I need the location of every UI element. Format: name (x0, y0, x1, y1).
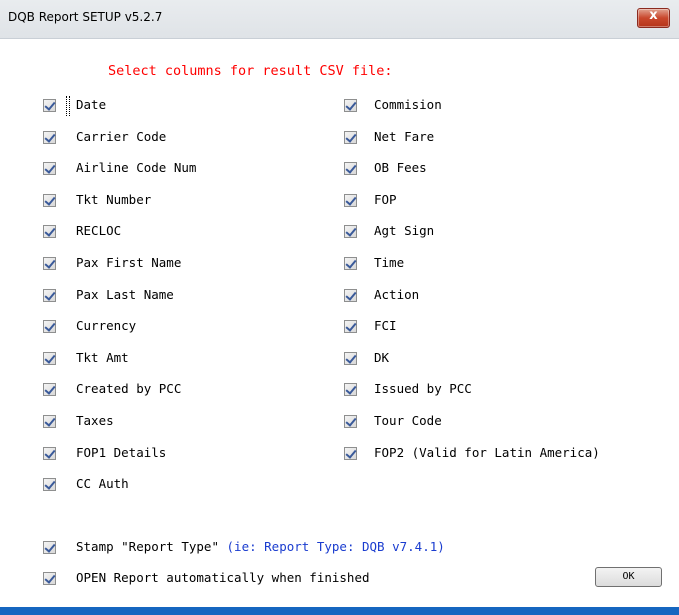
column-checkbox[interactable] (344, 193, 357, 207)
open-report-label[interactable]: OPEN Report automatically when finished (76, 570, 370, 585)
column-checkbox[interactable] (344, 99, 357, 112)
stamp-report-type-checkbox[interactable] (43, 541, 56, 554)
column-checkbox[interactable] (43, 193, 56, 207)
column-checkbox[interactable] (43, 415, 56, 428)
column-label[interactable]: OB Fees (374, 160, 427, 175)
column-label[interactable]: Tour Code (374, 413, 442, 428)
column-label[interactable]: Airline Code Num (76, 160, 196, 175)
column-checkbox[interactable] (344, 446, 357, 460)
column-checkbox[interactable] (43, 288, 56, 302)
section-heading: Select columns for result CSV file: (108, 63, 393, 79)
column-checkbox[interactable] (344, 257, 357, 270)
column-label[interactable]: Time (374, 255, 404, 270)
stamp-report-type-label: Stamp "Report Type" (76, 539, 219, 554)
column-label[interactable]: Created by PCC (76, 381, 181, 396)
column-checkbox[interactable] (43, 99, 56, 112)
column-checkbox[interactable] (43, 320, 56, 334)
close-button[interactable]: x (637, 8, 670, 28)
column-label[interactable]: Taxes (76, 413, 114, 428)
column-checkbox[interactable] (43, 478, 56, 492)
column-label[interactable]: Pax Last Name (76, 287, 174, 302)
column-checkbox[interactable] (344, 415, 357, 428)
stamp-report-type-option[interactable]: Stamp "Report Type" (ie: Report Type: DQ… (76, 539, 445, 554)
column-label[interactable]: Action (374, 287, 419, 302)
column-label[interactable]: DK (374, 350, 389, 365)
column-label[interactable]: Agt Sign (374, 223, 434, 238)
column-label[interactable]: RECLOC (76, 223, 121, 238)
column-checkbox[interactable] (344, 288, 357, 302)
column-checkbox[interactable] (344, 320, 357, 334)
column-checkbox[interactable] (43, 446, 56, 460)
stamp-report-type-hint: (ie: Report Type: DQB v7.4.1) (226, 539, 445, 554)
column-label[interactable]: FOP1 Details (76, 445, 166, 460)
column-checkbox[interactable] (43, 257, 56, 270)
column-checkbox[interactable] (344, 225, 357, 239)
column-checkbox[interactable] (43, 351, 56, 365)
column-label[interactable]: FOP (374, 192, 397, 207)
column-label[interactable]: Pax First Name (76, 255, 181, 270)
open-report-checkbox[interactable] (43, 572, 56, 585)
column-label[interactable]: Net Fare (374, 129, 434, 144)
column-checkbox[interactable] (344, 130, 357, 144)
column-checkbox[interactable] (43, 162, 56, 176)
column-checkbox[interactable] (43, 225, 56, 239)
column-label[interactable]: Currency (76, 318, 136, 333)
column-label[interactable]: Issued by PCC (374, 381, 472, 396)
column-label[interactable]: CC Auth (76, 476, 129, 491)
column-checkbox[interactable] (344, 162, 357, 176)
title-bar[interactable]: DQB Report SETUP v5.2.7 x (0, 0, 679, 39)
setup-dialog: DQB Report SETUP v5.2.7 x Select columns… (0, 0, 679, 615)
column-checkbox[interactable] (344, 351, 357, 365)
column-label[interactable]: Carrier Code (76, 129, 166, 144)
column-label[interactable]: Tkt Number (76, 192, 151, 207)
column-label[interactable]: Date (76, 97, 106, 112)
column-checkbox[interactable] (43, 130, 56, 144)
column-label[interactable]: FOP2 (Valid for Latin America) (374, 445, 600, 460)
column-label[interactable]: Tkt Amt (76, 350, 129, 365)
column-checkbox[interactable] (344, 383, 357, 397)
ok-button[interactable]: OK (595, 567, 662, 587)
column-checkbox[interactable] (43, 383, 56, 397)
column-label[interactable]: Commision (374, 97, 442, 112)
focus-indicator (66, 96, 70, 116)
window-bottom-border (0, 607, 679, 615)
column-label[interactable]: FCI (374, 318, 397, 333)
close-icon: x (649, 8, 658, 23)
window-title: DQB Report SETUP v5.2.7 (8, 10, 163, 24)
